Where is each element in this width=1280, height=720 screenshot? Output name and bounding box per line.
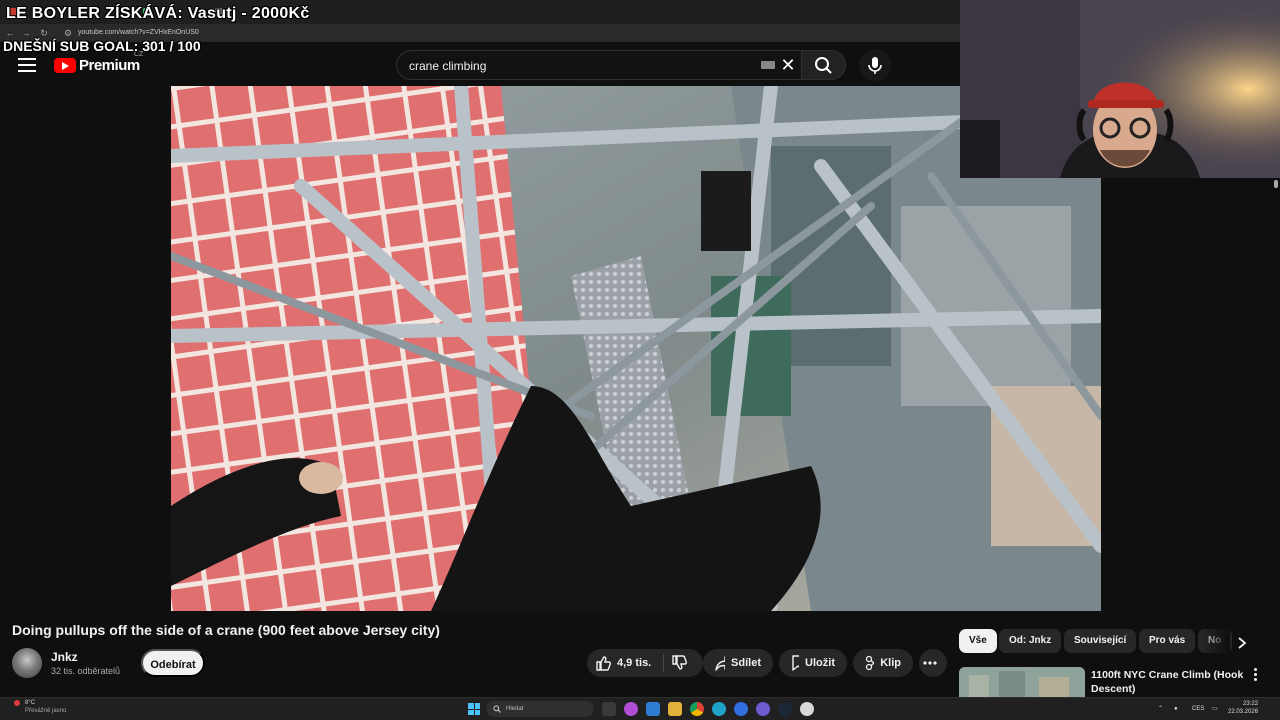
- app-icon[interactable]: [646, 702, 660, 716]
- chevron-right-icon[interactable]: [1232, 635, 1252, 651]
- like-count: 4,9 tis.: [617, 657, 652, 669]
- steam-icon[interactable]: [778, 702, 792, 716]
- clip-button[interactable]: Klip: [853, 649, 913, 677]
- tray-chevron-icon[interactable]: ⌃: [1158, 703, 1163, 715]
- search-icon: [493, 705, 501, 713]
- clock-date: 22.03.2026: [1228, 709, 1259, 715]
- taskbar-search[interactable]: Hledat: [486, 701, 594, 717]
- app-icon[interactable]: [624, 702, 638, 716]
- chip-for-you[interactable]: Pro vás: [1139, 629, 1196, 653]
- share-icon: [715, 656, 726, 671]
- webcam-feed: [960, 0, 1280, 178]
- share-button[interactable]: Sdílet: [703, 649, 773, 677]
- clock-time: 23:22: [1243, 701, 1259, 707]
- windows-taskbar: 8°C Převážně jasno Hledat ⌃ ● CES ▭ 23:2…: [0, 697, 1280, 720]
- windows-start-icon[interactable]: [468, 703, 480, 715]
- app-icon[interactable]: [734, 702, 748, 716]
- chrome-icon[interactable]: [690, 702, 704, 716]
- network-icon[interactable]: ▭: [1212, 703, 1218, 715]
- search-box: ✕: [396, 50, 802, 80]
- subscribe-button[interactable]: Odebírat: [141, 649, 205, 677]
- save-label: Uložit: [805, 657, 835, 669]
- page-scrollbar[interactable]: [1272, 178, 1280, 696]
- save-button[interactable]: Uložit: [779, 649, 847, 677]
- thumbnail-image: [959, 667, 1085, 697]
- weather-desc[interactable]: Převážně jasno: [25, 708, 66, 714]
- weather-temp[interactable]: 8°C: [25, 700, 35, 706]
- bookmark-icon: [792, 655, 800, 671]
- more-vertical-icon[interactable]: [1250, 668, 1260, 684]
- taskbar-search-placeholder: Hledat: [506, 706, 524, 712]
- menu-icon[interactable]: [18, 58, 36, 72]
- thumbs-down-icon[interactable]: [671, 655, 687, 671]
- channel-avatar[interactable]: [12, 648, 42, 678]
- stream-overlay-title: LE BOYLER ZÍSKÁVÁ: Vasutj - 2000Kč: [6, 5, 310, 22]
- weather-icon[interactable]: [14, 700, 20, 706]
- scissors-icon: [865, 655, 875, 671]
- obs-icon[interactable]: [800, 702, 814, 716]
- logo-text: Premium: [79, 56, 140, 74]
- chips-fade: [1200, 629, 1230, 653]
- search-button[interactable]: [802, 50, 846, 80]
- like-button[interactable]: 4,9 tis.: [587, 649, 703, 677]
- search-input[interactable]: [409, 57, 729, 75]
- language-indicator[interactable]: CES: [1192, 703, 1204, 715]
- tray-mic-icon[interactable]: ●: [1174, 703, 1178, 715]
- chip-all[interactable]: Vše: [959, 629, 997, 653]
- search-icon: [815, 57, 832, 74]
- chip-from-channel[interactable]: Od: Jnkz: [999, 629, 1062, 653]
- channel-name[interactable]: Jnkz: [51, 650, 78, 664]
- clip-label: Klip: [880, 657, 901, 669]
- more-actions-button[interactable]: [919, 649, 947, 677]
- thumbs-up-icon: [596, 656, 611, 671]
- webcam-image: [960, 0, 1280, 178]
- more-horizontal-icon: [923, 661, 937, 665]
- recommendation-title[interactable]: 1100ft NYC Crane Climb (Hook Descent): [1091, 668, 1249, 696]
- edge-icon[interactable]: [712, 702, 726, 716]
- stream-sub-goal: DNEŠNÍ SUB GOAL: 301 / 100: [3, 38, 201, 54]
- clear-icon[interactable]: ✕: [779, 55, 797, 75]
- mic-icon: [868, 57, 882, 74]
- voice-search-button[interactable]: [859, 49, 891, 81]
- file-explorer-icon[interactable]: [668, 702, 682, 716]
- keyboard-icon[interactable]: [761, 61, 775, 69]
- app-icon[interactable]: [756, 702, 770, 716]
- taskbar-clock[interactable]: 23:22 22.03.2026: [1228, 700, 1258, 716]
- youtube-play-icon: [54, 57, 76, 73]
- subscriber-count: 32 tis. odběratelů: [51, 666, 121, 676]
- chip-related[interactable]: Související: [1064, 629, 1137, 653]
- share-label: Sdílet: [731, 657, 761, 669]
- like-divider: [663, 654, 664, 672]
- task-view-icon[interactable]: [602, 702, 616, 716]
- recommendation-thumbnail[interactable]: [959, 667, 1085, 697]
- scrollbar-thumb[interactable]: [1274, 180, 1278, 188]
- video-title: Doing pullups off the side of a crane (9…: [12, 622, 440, 638]
- youtube-logo[interactable]: Premium CZ: [54, 51, 143, 74]
